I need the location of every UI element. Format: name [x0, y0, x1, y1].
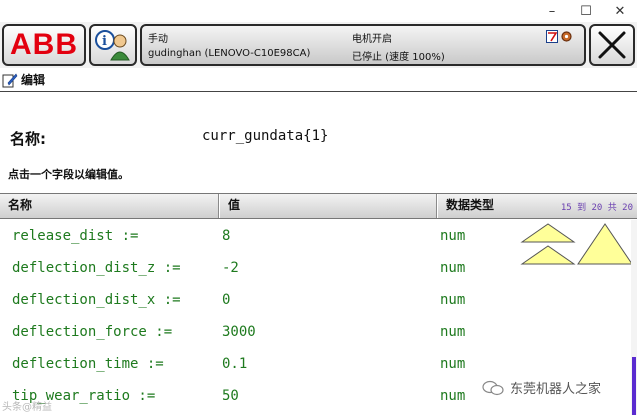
motor-state: 电机开启: [352, 34, 392, 45]
column-header-type: 数据类型: [446, 198, 495, 212]
table-row[interactable]: deflection_dist_x := 0 num: [0, 284, 600, 316]
field-name: deflection_dist_x :=: [12, 292, 181, 308]
scroll-navigation: [520, 223, 633, 265]
abb-logo: ABB: [10, 28, 78, 61]
field-type: num: [440, 324, 466, 340]
field-name: deflection_dist_z :=: [12, 260, 181, 276]
table-row[interactable]: release_dist := 8 num: [0, 220, 600, 252]
run-state: 已停止 (速度 100%): [352, 52, 445, 63]
controller-name: gudinghan (LENOVO-C10E98CA): [148, 48, 311, 59]
scrollbar-thumb[interactable]: [632, 357, 636, 415]
task-icon: [546, 30, 558, 43]
close-view-button[interactable]: [589, 24, 635, 66]
abb-menu-button[interactable]: ABB: [2, 24, 86, 66]
table-row[interactable]: deflection_time := 0.1 num: [0, 348, 600, 380]
field-value[interactable]: 50: [222, 388, 239, 404]
edit-icon: [2, 72, 18, 87]
field-type: num: [440, 388, 466, 404]
window-controls: – ☐ ✕: [477, 0, 637, 22]
minimize-button[interactable]: –: [535, 0, 569, 22]
field-name: deflection_time :=: [12, 356, 164, 372]
field-type: num: [440, 356, 466, 372]
page-indicator: 15 到 20 共 20: [560, 203, 633, 213]
field-type: num: [440, 260, 466, 276]
field-type: num: [440, 228, 466, 244]
view-title: 编辑: [21, 73, 46, 87]
field-value[interactable]: 3000: [222, 324, 256, 340]
field-name: deflection_force :=: [12, 324, 173, 340]
field-type: num: [440, 292, 466, 308]
watermark-left: 头条@精益: [2, 402, 52, 413]
data-name-value: curr_gundata{1}: [202, 128, 329, 144]
table-row[interactable]: deflection_force := 3000 num: [0, 316, 600, 348]
page-up-button[interactable]: [520, 223, 576, 265]
user-info-icon: i: [95, 30, 130, 61]
field-value[interactable]: 0.1: [222, 356, 247, 372]
info-button[interactable]: i: [89, 24, 137, 66]
column-header-name: 名称: [8, 198, 33, 212]
operating-mode: 手动: [148, 34, 168, 45]
name-label: 名称:: [10, 130, 46, 148]
close-icon: [598, 31, 626, 59]
column-header-value: 值: [228, 198, 241, 212]
table-header: 名称 值 数据类型 15 到 20 共 20: [0, 193, 637, 219]
flexpendant-topbar: ABB i 手动 gudinghan (LENOVO-C10E98CA) 电机开…: [0, 22, 637, 68]
svg-text:i: i: [102, 34, 107, 49]
close-window-button[interactable]: ✕: [603, 0, 637, 22]
field-name: release_dist :=: [12, 228, 139, 244]
instruction-text: 点击一个字段以编辑值。: [8, 168, 129, 181]
field-value[interactable]: 0: [222, 292, 230, 308]
watermark-text: 东莞机器人之家: [510, 382, 602, 397]
scroll-up-button[interactable]: [577, 223, 633, 265]
status-panel[interactable]: 手动 gudinghan (LENOVO-C10E98CA) 电机开启 已停止 …: [140, 24, 586, 66]
view-title-bar: 编辑: [0, 68, 637, 92]
field-value[interactable]: -2: [222, 260, 239, 276]
field-value[interactable]: 8: [222, 228, 230, 244]
table-row[interactable]: deflection_dist_z := -2 num: [0, 252, 600, 284]
gear-icon: [561, 31, 572, 42]
wechat-icon: [482, 380, 504, 395]
maximize-button[interactable]: ☐: [569, 0, 603, 22]
watermark: 东莞机器人之家: [482, 378, 601, 397]
